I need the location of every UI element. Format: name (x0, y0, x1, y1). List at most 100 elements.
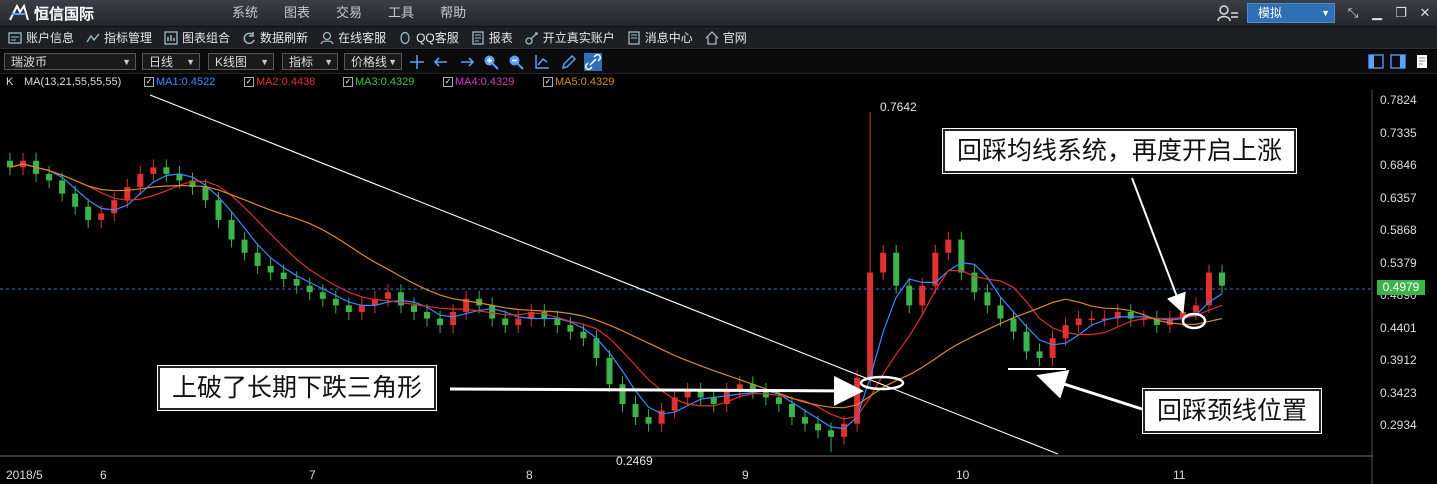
low-label: 0.2469 (616, 454, 653, 468)
refresh-icon (243, 31, 255, 44)
toolbar-report[interactable]: 报表 (471, 29, 513, 46)
symbol-select-value: 瑞波币 (11, 55, 48, 69)
candle-body (111, 200, 118, 214)
right-panel-icon[interactable] (1390, 54, 1406, 69)
legend-ma4-label: MA4:0.4329 (455, 76, 515, 88)
document-icon[interactable] (1414, 54, 1430, 69)
candle-body (619, 384, 626, 404)
zoom-out-icon[interactable] (507, 53, 525, 71)
y-label-1: 0.7335 (1380, 126, 1417, 140)
crosshair-icon[interactable] (408, 53, 426, 71)
menu-help[interactable]: 帮助 (440, 0, 466, 26)
candle-body (606, 357, 613, 385)
shrink-button[interactable]: ⤡ (1341, 2, 1365, 24)
window-controls: 模拟 ▼ ⤡ ▁ ❐ ✕ (1217, 0, 1437, 26)
menu-system[interactable]: 系统 (232, 0, 258, 26)
y-label-3: 0.6357 (1380, 191, 1417, 205)
zoom-in-icon[interactable] (482, 53, 500, 71)
chevron-down-icon: ▼ (186, 57, 195, 67)
candle-body (775, 397, 782, 404)
candle-body (945, 239, 952, 253)
link-icon[interactable] (584, 53, 602, 71)
mode-select[interactable]: 模拟 ▼ (1247, 3, 1335, 23)
shrink-icon: ⤡ (1347, 5, 1359, 20)
y-label-7: 0.4401 (1380, 321, 1417, 335)
legend-ma-params: MA(13,21,55,55,55) (24, 76, 122, 88)
toolbar: 账户信息 指标管理 图表组合 数据刷新 在线客服 QQ客服 报表 开立真实账户 … (0, 27, 1437, 49)
y-label-8: 0.3912 (1380, 353, 1417, 367)
toolbar-chart-combo[interactable]: 图表组合 (164, 29, 230, 46)
x-label-5: 10 (956, 468, 970, 482)
candle-body (541, 311, 548, 319)
candle-body (124, 187, 131, 201)
price-line-select[interactable]: 价格线 ▼ (344, 53, 402, 70)
candle-body (267, 265, 274, 273)
candle-body (59, 180, 66, 194)
toolbar-qq[interactable]: QQ客服 (398, 29, 459, 46)
candle-body (215, 200, 222, 220)
legend-ma3[interactable]: ✓ MA3:0.4329 (343, 74, 414, 90)
ma-legend: K MA(13,21,55,55,55) ✓ MA1:0.4522 ✓ MA2:0.… (0, 74, 1437, 90)
candle-body (1049, 338, 1056, 358)
legend-prefix: K (6, 76, 14, 88)
candle-body (241, 239, 248, 253)
title-bar: 恒信国际 系统 图表 交易 工具 帮助 模拟 ▼ ⤡ ▁ ❐ ✕ (0, 0, 1437, 27)
candle-body (437, 318, 444, 326)
indicator-icon (86, 33, 100, 42)
chart-type-select[interactable]: K线图 ▼ (208, 53, 274, 70)
candle-body (424, 311, 431, 319)
axis-icon[interactable] (533, 53, 551, 71)
menu-chart[interactable]: 图表 (284, 0, 310, 26)
symbol-select[interactable]: 瑞波币 ▼ (4, 53, 136, 70)
toolbar-support[interactable]: 在线客服 (320, 29, 386, 46)
candle-body (880, 252, 887, 273)
legend-ma4[interactable]: ✓ MA4:0.4329 (443, 74, 514, 90)
app-logo: 恒信国际 (8, 3, 94, 23)
arrow-left-icon[interactable] (432, 53, 450, 71)
user-icon[interactable] (1217, 4, 1239, 22)
annotation-breakout: 上破了长期下跌三角形 (158, 366, 437, 410)
menu-tools[interactable]: 工具 (388, 0, 414, 26)
legend-ma2[interactable]: ✓ MA2:0.4438 (244, 74, 315, 90)
restore-button[interactable]: ❐ (1389, 2, 1413, 24)
candle-body (684, 390, 691, 398)
candle-body (1010, 318, 1017, 332)
current-price-tag: 0.4979 (1377, 280, 1425, 295)
candle-body (710, 397, 717, 404)
candle-body (137, 173, 144, 188)
candle-body (906, 285, 913, 306)
toolbar-account[interactable]: 账户信息 (8, 29, 74, 46)
arrow-right-icon[interactable] (458, 53, 476, 71)
toolbar-refresh[interactable]: 数据刷新 (242, 29, 308, 46)
candle-body (280, 272, 287, 280)
toolbar-open-account[interactable]: 开立真实账户 (525, 29, 615, 46)
candle-body (85, 206, 92, 220)
candle-body (358, 305, 365, 312)
app-title: 恒信国际 (34, 5, 95, 23)
candle-body (828, 430, 835, 437)
period-select[interactable]: 日线 ▼ (142, 53, 200, 70)
candle-body (815, 423, 821, 431)
message-icon (628, 30, 640, 45)
legend-ma5[interactable]: ✓ MA5:0.4329 (543, 74, 614, 90)
annotation-neckline: 回踩颈线位置 (1143, 389, 1322, 433)
left-panel-icon[interactable] (1368, 54, 1384, 69)
legend-ma1[interactable]: ✓ MA1:0.4522 (144, 74, 215, 90)
indicator-select[interactable]: 指标 ▼ (282, 53, 338, 70)
menu-trade[interactable]: 交易 (336, 0, 362, 26)
toolbar-indicator[interactable]: 指标管理 (86, 29, 152, 46)
toolbar-home[interactable]: 官网 (705, 29, 747, 46)
x-label-0: 2018/5 (6, 468, 43, 482)
candle-body (515, 318, 522, 326)
close-button[interactable]: ✕ (1413, 2, 1437, 24)
candle-body (345, 305, 352, 312)
minimize-button[interactable]: ▁ (1365, 2, 1389, 24)
toolbar-report-label: 报表 (488, 31, 513, 45)
chart-combo-icon (164, 30, 178, 45)
candle-body (1192, 305, 1199, 312)
candle-body (788, 403, 795, 418)
toolbar-message[interactable]: 消息中心 (627, 29, 693, 46)
y-label-0: 0.7824 (1380, 93, 1417, 107)
candle-body (150, 167, 157, 174)
pencil-icon[interactable] (560, 53, 578, 71)
